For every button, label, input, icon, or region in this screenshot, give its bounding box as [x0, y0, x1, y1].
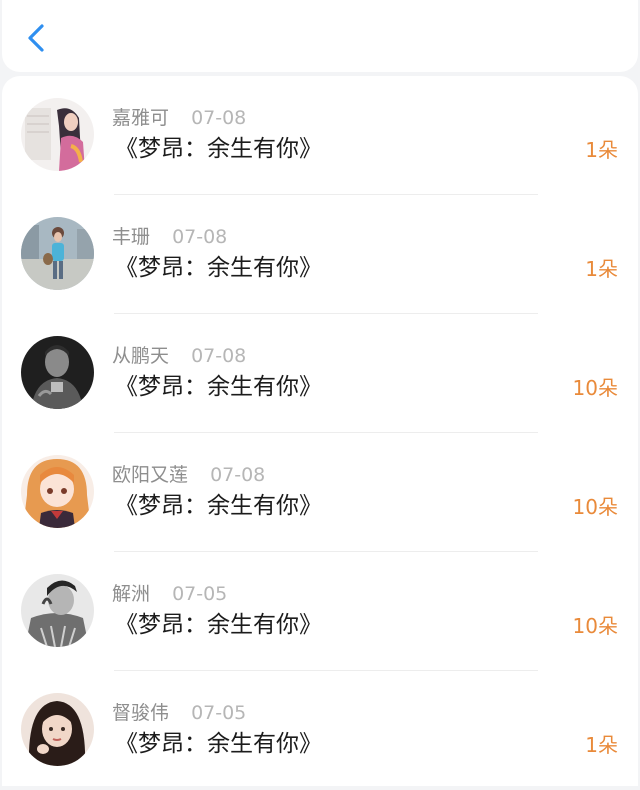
list-item[interactable]: 丰珊 07-08 《梦昂：余生有你》 1朵 [2, 195, 638, 314]
flower-count: 10朵 [572, 495, 618, 519]
flower-count: 10朵 [572, 614, 618, 638]
avatar[interactable] [21, 574, 94, 647]
user-name: 欧阳又莲 [112, 464, 189, 486]
item-meta: 解洲 07-05 [112, 582, 227, 606]
avatar[interactable] [21, 336, 94, 409]
book-title: 《梦昂：余生有你》 [115, 493, 322, 519]
item-meta: 督骏伟 07-05 [112, 701, 246, 725]
top-nav-bar [2, 0, 638, 72]
flower-count: 1朵 [585, 138, 618, 162]
chevron-left-icon [28, 24, 44, 52]
item-meta: 欧阳又莲 07-08 [112, 463, 265, 487]
book-title: 《梦昂：余生有你》 [115, 374, 322, 400]
back-button[interactable] [20, 18, 56, 58]
book-title: 《梦昂：余生有你》 [115, 255, 322, 281]
book-title: 《梦昂：余生有你》 [115, 136, 322, 162]
post-date: 07-08 [172, 226, 228, 248]
post-date: 07-08 [210, 464, 266, 486]
list-item[interactable]: 督骏伟 07-05 《梦昂：余生有你》 1朵 [2, 671, 638, 790]
avatar[interactable] [21, 455, 94, 528]
post-date: 07-05 [172, 583, 228, 605]
avatar[interactable] [21, 693, 94, 766]
post-date: 07-05 [191, 702, 247, 724]
avatar[interactable] [21, 98, 94, 171]
gift-record-list: 嘉雅可 07-08 《梦昂：余生有你》 1朵 丰珊 07-08 《梦昂：余生有你… [2, 76, 638, 786]
list-item[interactable]: 欧阳又莲 07-08 《梦昂：余生有你》 10朵 [2, 433, 638, 552]
post-date: 07-08 [191, 345, 247, 367]
item-meta: 丰珊 07-08 [112, 225, 227, 249]
flower-count: 10朵 [572, 376, 618, 400]
item-meta: 嘉雅可 07-08 [112, 106, 246, 130]
user-name: 督骏伟 [112, 702, 170, 724]
flower-count: 1朵 [585, 257, 618, 281]
avatar[interactable] [21, 217, 94, 290]
flower-count: 1朵 [585, 733, 618, 757]
list-item[interactable]: 嘉雅可 07-08 《梦昂：余生有你》 1朵 [2, 76, 638, 195]
user-name: 丰珊 [112, 226, 151, 248]
user-name: 解洲 [112, 583, 151, 605]
book-title: 《梦昂：余生有你》 [115, 731, 322, 757]
item-meta: 从鹏天 07-08 [112, 344, 246, 368]
user-name: 从鹏天 [112, 345, 170, 367]
list-item[interactable]: 解洲 07-05 《梦昂：余生有你》 10朵 [2, 552, 638, 671]
post-date: 07-08 [191, 107, 247, 129]
book-title: 《梦昂：余生有你》 [115, 612, 322, 638]
user-name: 嘉雅可 [112, 107, 170, 129]
list-item[interactable]: 从鹏天 07-08 《梦昂：余生有你》 10朵 [2, 314, 638, 433]
